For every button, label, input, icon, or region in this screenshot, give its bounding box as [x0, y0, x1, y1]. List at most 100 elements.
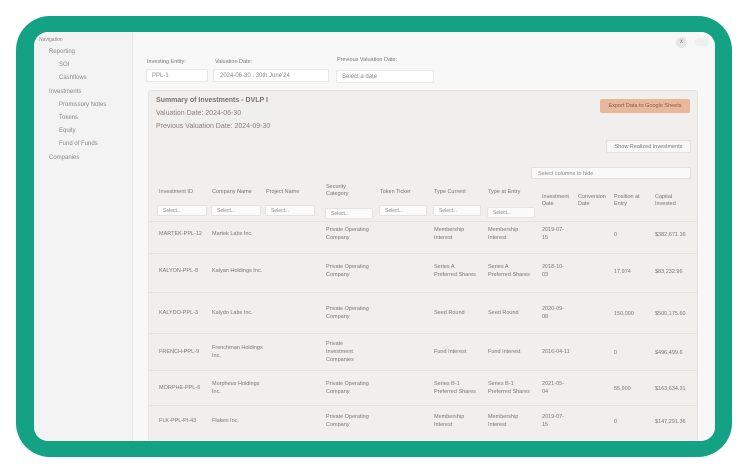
column-header-investment-date[interactable]: Investment Date [542, 194, 569, 208]
cell-type-current: Membership Interest [434, 414, 465, 428]
toggle-switch[interactable] [695, 38, 709, 46]
sidebar-item-soi[interactable]: SOI [59, 62, 69, 68]
sidebar-item-reporting[interactable]: Reporting [49, 49, 75, 55]
cell-company-name: Martek Labs Inc. [212, 231, 253, 237]
row-divider [149, 292, 697, 293]
cell-investment-date: 2018-10- 03 [542, 264, 565, 278]
cell-security-category: Private Operating Company [326, 264, 369, 278]
export-google-sheets-button[interactable]: Export Data to Google Sheets [600, 99, 690, 113]
cell-company-name: Frenchman Holdings Inc. [212, 345, 263, 359]
close-button[interactable]: x [676, 37, 687, 48]
investing-entity-select[interactable]: PPL-1 [146, 69, 208, 82]
column-header-token-ticker[interactable]: Token Ticker [380, 189, 411, 196]
cell-type-at-entry: Fund Interest [488, 349, 521, 355]
cell-investment-id: FLK-PPL-PI-43 [159, 418, 197, 424]
cell-company-name: Flaken Inc. [212, 418, 239, 424]
cell-type-at-entry: Seed Round [488, 310, 519, 316]
sidebar-item-companies[interactable]: Companies [49, 155, 79, 161]
show-realized-investments-button[interactable]: Show Realized Investments [606, 140, 691, 153]
previous-valuation-date-input[interactable]: Select a date [336, 70, 434, 83]
cell-security-category: Private Operating Company [326, 227, 369, 241]
cell-type-current: Membership Interest [434, 227, 465, 241]
row-divider [149, 252, 697, 254]
row-divider [149, 221, 697, 222]
summary-card: Summary of Investments - DVLP I Valuatio… [148, 90, 698, 441]
cell-investment-id: MARTEK-PPL-12 [159, 231, 202, 237]
cell-type-at-entry: Membership Interest [488, 227, 519, 241]
cell-type-at-entry: Series A Preferred Shares [488, 264, 530, 278]
summary-previous-valuation-date: Previous Valuation Date: 2024-09-30 [156, 123, 271, 130]
cell-investment-id: KALYDO-PPL-3 [159, 310, 199, 316]
cell-position-at-entry: 0 [614, 419, 618, 425]
cell-security-category: Private Operating Company [326, 381, 369, 395]
column-header-position-at-entry[interactable]: Position at Entry [614, 194, 640, 208]
cell-type-current: Series B-1 Preferred Shares [434, 381, 476, 395]
valuation-date-label: Valuation Date: [215, 59, 253, 65]
cell-position-at-entry: 0 [614, 350, 618, 356]
cell-security-category: Private Operating Company [326, 414, 369, 428]
cell-investment-date: 2019-07- 15 [542, 414, 565, 428]
filter-investment-id[interactable]: Select... [157, 205, 207, 216]
filter-token-ticker[interactable]: Select... [379, 205, 427, 216]
sidebar: Navigation Reporting SOI Cashflows Inves… [34, 32, 133, 441]
cell-capital-invested: $163,634.31 [655, 386, 686, 392]
column-header-conversion-date[interactable]: Conversion Date [578, 194, 606, 208]
column-header-investment-id[interactable]: Investment ID [159, 189, 193, 196]
column-header-type-at-entry[interactable]: Type at Entry [488, 189, 520, 196]
cell-type-current: Fund Interest [434, 349, 467, 355]
cell-capital-invested: $500,175.60 [655, 311, 686, 317]
previous-valuation-date-label: Previous Valuation Date: [337, 57, 398, 63]
cell-capital-invested: $147,291.36 [655, 419, 686, 425]
sidebar-item-cashflows[interactable]: Cashflows [59, 75, 87, 81]
cell-investment-date: 2020-09- 08 [542, 306, 565, 320]
cell-type-at-entry: Series B-1 Preferred Shares [488, 381, 530, 395]
column-header-type-current[interactable]: Type Current [434, 189, 466, 196]
cell-investment-id: KALYON-PPL-8 [159, 268, 199, 274]
sidebar-item-investments[interactable]: Investments [49, 89, 81, 95]
cell-position-at-entry: 150,000 [614, 311, 634, 317]
sidebar-item-equity[interactable]: Equity [59, 128, 76, 134]
filter-type-current[interactable]: Select... [433, 205, 481, 216]
column-header-security-category[interactable]: Security Category [326, 184, 348, 198]
summary-title: Summary of Investments - DVLP I [156, 97, 268, 104]
cell-company-name: Morpheus Holdings Inc. [212, 381, 260, 395]
valuation-date-select[interactable]: 2024-06-30 : 30th June'24 [213, 69, 329, 82]
app-screen: Navigation Reporting SOI Cashflows Inves… [34, 32, 715, 441]
filter-company-name[interactable]: Select... [211, 205, 261, 216]
cell-investment-date: 2016-04-11 [542, 349, 570, 355]
sidebar-item-tokens[interactable]: Tokens [59, 115, 78, 121]
cell-position-at-entry: 17,974 [614, 269, 631, 275]
cell-investment-id: MORPHE-PPL-6 [159, 385, 201, 391]
cell-security-category: Private Operating Company [326, 306, 369, 320]
cell-position-at-entry: 0 [614, 232, 618, 238]
cell-investment-date: 2019-07- 15 [542, 227, 565, 241]
cell-company-name: Kalyan Holdings Inc. [212, 268, 263, 274]
cell-investment-id: FRENCH-PPL-9 [159, 349, 200, 355]
cell-capital-invested: $382,671.16 [655, 232, 686, 238]
cell-type-at-entry: Membership Interest [488, 414, 519, 428]
cell-type-current: Series A Preferred Shares [434, 264, 476, 278]
row-divider [149, 404, 697, 406]
cell-position-at-entry: 55,909 [614, 386, 631, 392]
cell-type-current: Seed Round [434, 310, 465, 316]
sidebar-item-fund-of-funds[interactable]: Fund of Funds [59, 141, 98, 147]
filter-project-name[interactable]: Select... [265, 205, 315, 216]
filter-security-category[interactable]: Select... [325, 208, 373, 219]
summary-valuation-date: Valuation Date: 2024-06-30 [156, 110, 242, 117]
row-divider [149, 332, 697, 334]
cell-investment-date: 2021-05- 04 [542, 381, 565, 395]
cell-security-category: Private Investment Companies [326, 341, 354, 363]
cell-capital-invested: $83,232.96 [655, 269, 683, 275]
cell-company-name: Kalydo Labs Inc. [212, 310, 253, 316]
hide-columns-select[interactable]: Select columns to hide [531, 167, 691, 179]
investing-entity-label: Investing Entity: [147, 59, 186, 65]
sidebar-heading: Navigation [39, 37, 63, 43]
cell-capital-invested: $496,499.6 [655, 350, 683, 356]
column-header-capital-invested[interactable]: Capital Invested [655, 194, 676, 208]
row-divider [149, 370, 697, 371]
main-content: x Investing Entity: PPL-1 Valuation Date… [133, 32, 715, 441]
column-header-project-name[interactable]: Project Name [266, 189, 299, 196]
sidebar-item-promissory-notes[interactable]: Promissory Notes [59, 102, 106, 108]
filter-type-at-entry[interactable]: Select... [487, 207, 535, 218]
column-header-company-name[interactable]: Company Name [212, 189, 252, 196]
